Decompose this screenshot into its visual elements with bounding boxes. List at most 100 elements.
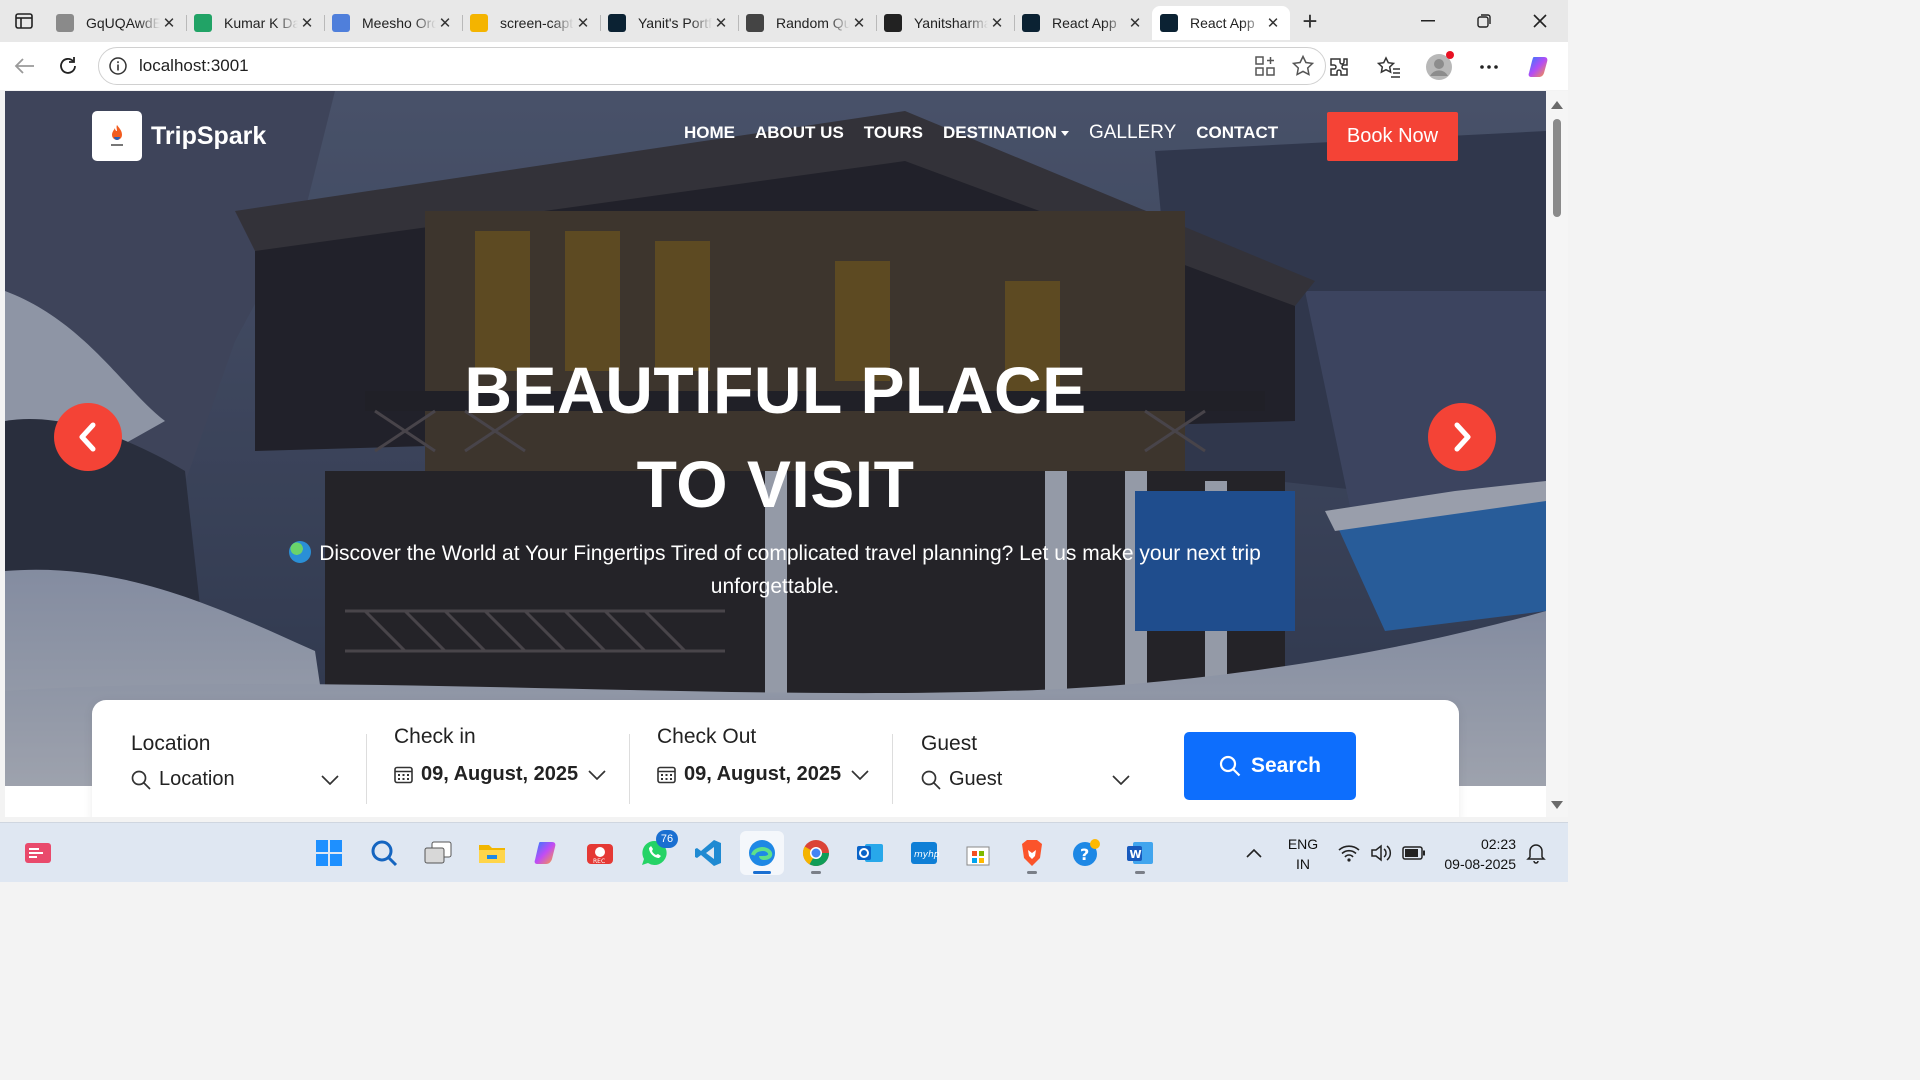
check-in-value: 09, August, 2025 bbox=[421, 763, 579, 785]
brave-browser-icon[interactable] bbox=[1010, 831, 1054, 875]
minimize-icon[interactable] bbox=[1400, 0, 1456, 42]
input-language-indicator[interactable]: ENG IN bbox=[1286, 834, 1320, 874]
task-view-icon[interactable] bbox=[416, 831, 460, 875]
svg-text:W: W bbox=[1130, 848, 1142, 861]
globe-emoji-icon bbox=[289, 541, 312, 563]
scrollbar-thumb[interactable] bbox=[1553, 119, 1561, 217]
brand[interactable]: TripSpark bbox=[92, 111, 266, 161]
copilot-app-icon[interactable] bbox=[524, 831, 568, 875]
chevron-down-icon bbox=[588, 769, 606, 780]
close-tab-icon[interactable]: ✕ bbox=[850, 14, 868, 32]
widgets-icon[interactable] bbox=[16, 831, 60, 875]
browser-tab[interactable]: GqUQAwdEe✕ bbox=[48, 6, 186, 40]
taskbar-clock[interactable]: 02:23 09-08-2025 bbox=[1430, 834, 1516, 874]
notifications-bell-icon[interactable] bbox=[1526, 823, 1546, 883]
check-in-date[interactable]: 09, August, 2025 bbox=[394, 763, 609, 786]
favorite-star-icon[interactable] bbox=[1291, 54, 1315, 83]
start-windows-icon[interactable] bbox=[307, 831, 351, 875]
guest-field[interactable]: Guest Guest bbox=[921, 732, 1131, 808]
nav-about-us[interactable]: ABOUT US bbox=[755, 123, 844, 143]
search-icon[interactable] bbox=[362, 831, 406, 875]
location-field[interactable]: Location Location bbox=[131, 732, 341, 808]
chevron-down-icon bbox=[321, 774, 339, 785]
url-bar[interactable]: localhost:3001 bbox=[98, 47, 1326, 85]
booking-search-card: Location Location Check in 09, August, 2… bbox=[92, 700, 1459, 817]
reload-icon[interactable] bbox=[48, 46, 88, 86]
close-tab-icon[interactable]: ✕ bbox=[160, 14, 178, 32]
main-navigation: HOME ABOUT US TOURS DESTINATION GALLERY … bbox=[684, 122, 1298, 144]
hero-title-line-1: BEAUTIFUL PLACE bbox=[464, 353, 1087, 427]
nav-tours[interactable]: TOURS bbox=[864, 123, 923, 143]
browser-tab[interactable]: Yanit's Portfolio✕ bbox=[600, 6, 738, 40]
browser-tab[interactable]: React App ✕ bbox=[1014, 6, 1152, 40]
carousel-prev-button[interactable] bbox=[54, 403, 122, 471]
scroll-up-icon[interactable] bbox=[1551, 101, 1563, 109]
more-options-icon[interactable] bbox=[1470, 48, 1508, 86]
close-tab-icon[interactable]: ✕ bbox=[1126, 14, 1144, 32]
check-in-field[interactable]: Check in 09, August, 2025 bbox=[394, 725, 609, 801]
close-tab-icon[interactable]: ✕ bbox=[298, 14, 316, 32]
chrome-icon[interactable] bbox=[794, 831, 838, 875]
favorites-icon[interactable] bbox=[1370, 48, 1408, 86]
book-now-button[interactable]: Book Now bbox=[1327, 112, 1458, 161]
browser-tab[interactable]: Random Quote✕ bbox=[738, 6, 876, 40]
guest-placeholder: Guest bbox=[949, 768, 1003, 790]
copilot-icon[interactable] bbox=[1520, 48, 1558, 86]
nav-contact[interactable]: CONTACT bbox=[1196, 123, 1278, 143]
url-text[interactable]: localhost:3001 bbox=[139, 56, 249, 76]
close-tab-icon[interactable]: ✕ bbox=[574, 14, 592, 32]
nav-gallery[interactable]: GALLERY bbox=[1089, 122, 1176, 144]
extensions-icon[interactable] bbox=[1320, 48, 1358, 86]
ideone-icon bbox=[56, 14, 74, 32]
close-tab-icon[interactable]: ✕ bbox=[712, 14, 730, 32]
react-icon bbox=[608, 14, 626, 32]
file-explorer-icon[interactable] bbox=[470, 831, 514, 875]
brand-logo-icon[interactable] bbox=[92, 111, 142, 161]
check-out-date[interactable]: 09, August, 2025 bbox=[657, 763, 872, 786]
close-tab-icon[interactable]: ✕ bbox=[1264, 14, 1282, 32]
browser-tab[interactable]: Kumar K Data✕ bbox=[186, 6, 324, 40]
edge-browser-icon[interactable] bbox=[740, 831, 784, 875]
browser-tab[interactable]: Meesho Order✕ bbox=[324, 6, 462, 40]
language-line-2: IN bbox=[1296, 856, 1310, 872]
page-scrollbar[interactable] bbox=[1546, 91, 1568, 817]
outlook-icon[interactable] bbox=[848, 831, 892, 875]
myhp-icon[interactable]: myhp bbox=[902, 831, 946, 875]
microsoft-store-icon[interactable] bbox=[956, 831, 1000, 875]
new-tab-button[interactable]: + bbox=[1290, 4, 1330, 38]
vscode-icon[interactable] bbox=[686, 831, 730, 875]
app-available-icon[interactable] bbox=[1253, 54, 1277, 83]
site-info-icon[interactable] bbox=[109, 57, 127, 75]
search-button[interactable]: Search bbox=[1184, 732, 1356, 800]
scroll-down-icon[interactable] bbox=[1551, 801, 1563, 809]
check-out-field[interactable]: Check Out 09, August, 2025 bbox=[657, 725, 872, 801]
close-window-icon[interactable] bbox=[1512, 0, 1568, 42]
back-arrow-icon[interactable] bbox=[4, 46, 44, 86]
close-tab-icon[interactable]: ✕ bbox=[988, 14, 1006, 32]
react-icon bbox=[1160, 14, 1178, 32]
guest-select[interactable]: Guest bbox=[921, 768, 1131, 791]
get-help-icon[interactable]: ? bbox=[1064, 831, 1108, 875]
browser-tab[interactable]: screen-capture✕ bbox=[462, 6, 600, 40]
nav-home[interactable]: HOME bbox=[684, 123, 735, 143]
word-icon[interactable]: W bbox=[1118, 831, 1162, 875]
search-icon bbox=[1219, 755, 1241, 777]
close-tab-icon[interactable]: ✕ bbox=[436, 14, 454, 32]
location-select[interactable]: Location bbox=[131, 768, 341, 791]
tab-title: Meesho Order bbox=[362, 15, 436, 31]
brand-name[interactable]: TripSpark bbox=[151, 122, 266, 151]
nav-destination[interactable]: DESTINATION bbox=[943, 123, 1069, 143]
tab-actions-menu-icon[interactable] bbox=[0, 0, 48, 42]
react-icon bbox=[1022, 14, 1040, 32]
browser-tab-active[interactable]: React App ✕ bbox=[1152, 6, 1290, 40]
whatsapp-icon[interactable]: 76 bbox=[632, 830, 678, 875]
address-toolbar: localhost:3001 bbox=[0, 42, 1568, 90]
caret-down-icon bbox=[1060, 131, 1069, 137]
screen-recorder-icon[interactable]: REC bbox=[578, 831, 622, 875]
system-tray[interactable] bbox=[1338, 823, 1426, 883]
browser-tab[interactable]: Yanitsharma ✕ bbox=[876, 6, 1014, 40]
profile-avatar[interactable] bbox=[1420, 48, 1458, 86]
restore-icon[interactable] bbox=[1456, 0, 1512, 42]
carousel-next-button[interactable] bbox=[1428, 403, 1496, 471]
show-hidden-icons-chevron-up-icon[interactable] bbox=[1246, 823, 1262, 883]
